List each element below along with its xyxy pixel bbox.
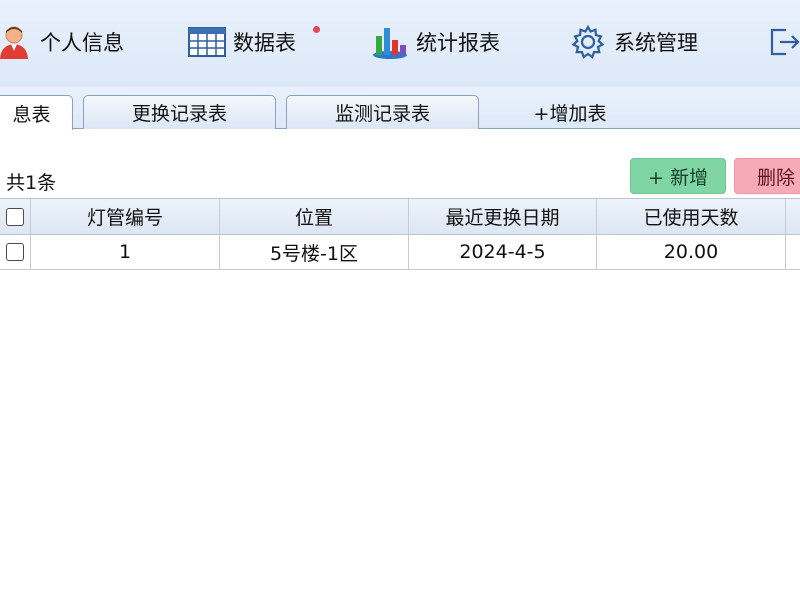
- toolbar-system-management[interactable]: 系统管理: [568, 22, 698, 62]
- chart-icon: [370, 22, 410, 62]
- delete-record-button-label: 删除: [757, 166, 796, 189]
- cell-location[interactable]: 5号楼-1区: [220, 235, 409, 269]
- person-icon: [0, 22, 34, 62]
- data-grid: 灯管编号 位置 最近更换日期 已使用天数 1 5号楼-1区 2024-4-5 2…: [0, 198, 800, 271]
- column-header-last-replaced[interactable]: 最近更换日期: [409, 199, 597, 234]
- add-table-tab-label: +增加表: [533, 102, 607, 125]
- cell-days-used[interactable]: 20.00: [597, 235, 786, 269]
- grid-header-row: 灯管编号 位置 最近更换日期 已使用天数: [0, 198, 800, 235]
- tab-replacement-records[interactable]: 更换记录表: [83, 95, 276, 129]
- cell-last-replaced[interactable]: 2024-4-5: [409, 235, 597, 269]
- table-icon: [187, 22, 227, 62]
- row-select-cell: [0, 235, 31, 269]
- toolbar-personal-info-label: 个人信息: [40, 31, 124, 55]
- cell-tube-number[interactable]: 1: [31, 235, 220, 269]
- add-record-button-label: + 新增: [648, 166, 708, 189]
- delete-record-button[interactable]: 删除: [734, 158, 800, 194]
- gear-icon: [568, 22, 608, 62]
- toolbar-datatable[interactable]: 数据表: [187, 22, 320, 62]
- notification-badge: [313, 26, 320, 33]
- add-record-button[interactable]: + 新增: [630, 158, 726, 194]
- tab-bar: 息表 更换记录表 监测记录表 +增加表: [0, 87, 800, 130]
- toolbar-system-management-label: 系统管理: [614, 31, 698, 55]
- toolbar-datatable-label: 数据表: [233, 31, 296, 55]
- select-all-checkbox[interactable]: [6, 207, 24, 226]
- add-table-tab[interactable]: +增加表: [510, 95, 630, 129]
- toolbar-statistics[interactable]: 统计报表: [370, 22, 500, 62]
- column-header-days-used[interactable]: 已使用天数: [597, 199, 786, 234]
- tab-info-table[interactable]: 息表: [0, 95, 73, 130]
- tab-monitoring-records[interactable]: 监测记录表: [286, 95, 479, 129]
- toolbar-personal-info[interactable]: 个人信息: [0, 22, 124, 62]
- row-checkbox[interactable]: [6, 243, 24, 261]
- record-count: 共1条: [6, 172, 57, 194]
- tab-replacement-records-label: 更换记录表: [131, 103, 227, 125]
- column-header-extra: [786, 199, 800, 234]
- exit-icon: [764, 22, 800, 62]
- toolbar-statistics-label: 统计报表: [416, 31, 500, 55]
- column-header-location[interactable]: 位置: [220, 199, 409, 234]
- main-toolbar: 个人信息 数据表 统计报表 系统管理: [0, 0, 800, 87]
- cell-extra: [786, 235, 800, 269]
- select-all-cell: [0, 199, 31, 234]
- tab-monitoring-records-label: 监测记录表: [334, 103, 430, 125]
- tab-info-table-label: 息表: [12, 103, 51, 126]
- column-header-tube-number[interactable]: 灯管编号: [31, 199, 220, 234]
- app-window: 个人信息 数据表 统计报表 系统管理 息表 更换记录表 监测记录表 +增加表 共…: [0, 0, 800, 600]
- table-row[interactable]: 1 5号楼-1区 2024-4-5 20.00: [0, 235, 800, 270]
- toolbar-exit[interactable]: [764, 22, 800, 62]
